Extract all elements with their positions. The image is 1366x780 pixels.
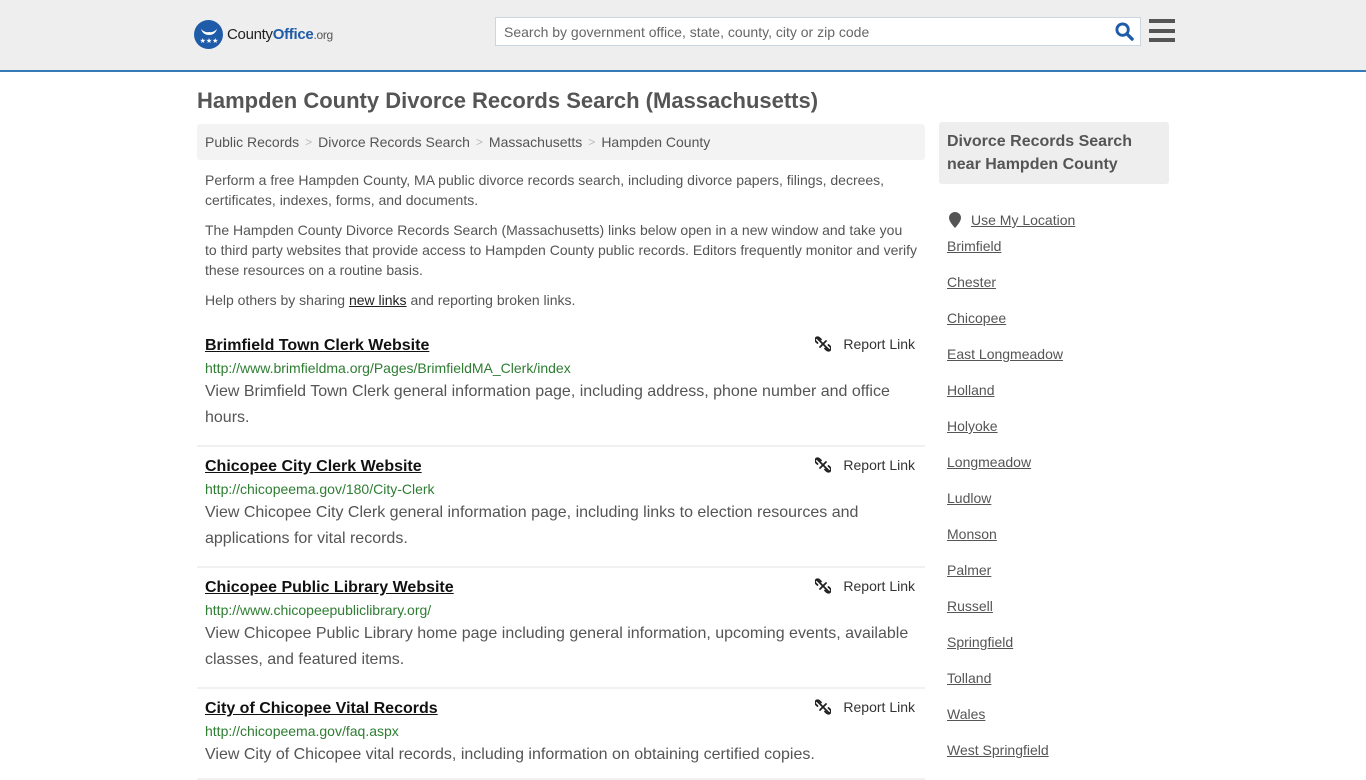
menu-bar	[1149, 19, 1175, 23]
report-link-label: Report Link	[843, 578, 915, 594]
intro-paragraph-2: The Hampden County Divorce Records Searc…	[205, 222, 918, 278]
use-my-location[interactable]: Use My Location	[947, 202, 1169, 238]
sidebar-place-item: Ludlow	[947, 490, 1169, 526]
report-link-label: Report Link	[843, 699, 915, 715]
menu-bar	[1149, 38, 1175, 42]
help-text: Help others by sharing	[205, 292, 349, 308]
sidebar-place-item: Holyoke	[947, 418, 1169, 454]
breadcrumb-divorce-records-search[interactable]: Divorce Records Search	[318, 134, 470, 150]
breadcrumb-public-records[interactable]: Public Records	[205, 134, 299, 150]
result-description: View City of Chicopee vital records, inc…	[205, 746, 815, 763]
intro-paragraph-3: Help others by sharing new links and rep…	[205, 290, 917, 310]
sidebar-place-item: Wales	[947, 706, 1169, 742]
sidebar-place-link[interactable]: Tolland	[947, 670, 991, 686]
result-url: http://chicopeema.gov/faq.aspx	[205, 723, 399, 739]
sidebar-place-link[interactable]: Springfield	[947, 634, 1013, 650]
broken-link-icon	[815, 578, 832, 594]
result-title-link[interactable]: Brimfield Town Clerk Website	[205, 334, 429, 358]
new-links-link[interactable]: new links	[349, 292, 407, 308]
sidebar-place-link[interactable]: Russell	[947, 598, 993, 614]
sidebar-place-link[interactable]: Ludlow	[947, 490, 991, 506]
breadcrumb-massachusetts[interactable]: Massachusetts	[489, 134, 582, 150]
sidebar: Divorce Records Search near Hampden Coun…	[939, 122, 1169, 778]
sidebar-place-item: Chester	[947, 274, 1169, 310]
sidebar-place-item: Chicopee	[947, 310, 1169, 346]
nearby-places-list: Use My Location Brimfield Chester Chicopee…	[939, 202, 1169, 778]
search-input[interactable]	[496, 18, 1108, 45]
sidebar-place-item: Monson	[947, 526, 1169, 562]
use-my-location-link[interactable]: Use My Location	[971, 212, 1075, 228]
sidebar-place-item: Russell	[947, 598, 1169, 634]
search-bar	[495, 17, 1141, 46]
breadcrumb-hampden-county[interactable]: Hampden County	[601, 134, 710, 150]
breadcrumb-separator: >	[588, 135, 596, 149]
map-pin-icon	[949, 212, 961, 228]
sidebar-place-link[interactable]: East Longmeadow	[947, 346, 1063, 362]
main-content: Public Records > Divorce Records Search …	[197, 124, 925, 780]
intro-text: Perform a free Hampden County, MA public…	[197, 170, 925, 310]
broken-link-icon	[815, 699, 832, 715]
sidebar-place-item: East Longmeadow	[947, 346, 1169, 382]
sidebar-place-link[interactable]: Chester	[947, 274, 996, 290]
result-url: http://www.chicopeepubliclibrary.org/	[205, 602, 432, 618]
site-logo[interactable]: ★★★ CountyOffice.org	[194, 20, 333, 49]
sidebar-place-item: West Springfield	[947, 742, 1169, 778]
result-description: View Chicopee City Clerk general informa…	[205, 504, 859, 547]
sidebar-heading: Divorce Records Search near Hampden Coun…	[939, 122, 1169, 184]
svg-text:★★★: ★★★	[199, 37, 218, 45]
sidebar-place-item: Palmer	[947, 562, 1169, 598]
broken-link-icon	[815, 336, 832, 352]
broken-link-icon	[815, 457, 832, 473]
result-title-link[interactable]: City of Chicopee Vital Records	[205, 697, 438, 721]
sidebar-place-link[interactable]: West Springfield	[947, 742, 1049, 758]
sidebar-place-link[interactable]: Monson	[947, 526, 997, 542]
result-description: View Brimfield Town Clerk general inform…	[205, 383, 890, 426]
result-url: http://www.brimfieldma.org/Pages/Brimfie…	[205, 360, 571, 376]
sidebar-place-link[interactable]: Wales	[947, 706, 985, 722]
hamburger-menu-icon[interactable]	[1149, 19, 1175, 42]
sidebar-place-item: Holland	[947, 382, 1169, 418]
breadcrumb-separator: >	[475, 135, 483, 149]
result-item: City of Chicopee Vital Records http://chi…	[197, 689, 925, 780]
sidebar-place-item: Springfield	[947, 634, 1169, 670]
breadcrumb-separator: >	[305, 135, 313, 149]
report-link-button[interactable]: Report Link	[815, 699, 915, 715]
results-list: Brimfield Town Clerk Website http://www.b…	[197, 330, 925, 780]
search-button[interactable]	[1108, 18, 1140, 45]
logo-wordmark: CountyOffice.org	[227, 26, 333, 43]
intro-paragraph-1: Perform a free Hampden County, MA public…	[205, 172, 885, 208]
site-header: ★★★ CountyOffice.org	[0, 0, 1366, 72]
search-icon	[1114, 22, 1134, 41]
report-link-button[interactable]: Report Link	[815, 336, 915, 352]
sidebar-place-link[interactable]: Brimfield	[947, 238, 1001, 254]
sidebar-place-link[interactable]: Holland	[947, 382, 994, 398]
report-link-label: Report Link	[843, 336, 915, 352]
result-item: Brimfield Town Clerk Website http://www.b…	[197, 330, 925, 447]
help-text-end: and reporting broken links.	[406, 292, 576, 308]
report-link-button[interactable]: Report Link	[815, 457, 915, 473]
result-title-link[interactable]: Chicopee Public Library Website	[205, 576, 454, 600]
sidebar-place-link[interactable]: Holyoke	[947, 418, 998, 434]
sidebar-place-item: Longmeadow	[947, 454, 1169, 490]
report-link-button[interactable]: Report Link	[815, 578, 915, 594]
sidebar-place-link[interactable]: Longmeadow	[947, 454, 1031, 470]
result-title-link[interactable]: Chicopee City Clerk Website	[205, 455, 422, 479]
breadcrumb: Public Records > Divorce Records Search …	[197, 124, 925, 160]
menu-bar	[1149, 28, 1175, 33]
page-title: Hampden County Divorce Records Search (M…	[197, 88, 819, 113]
result-item: Chicopee Public Library Website http://ww…	[197, 568, 925, 689]
result-description: View Chicopee Public Library home page i…	[205, 625, 909, 668]
sidebar-place-link[interactable]: Palmer	[947, 562, 991, 578]
sidebar-place-link[interactable]: Chicopee	[947, 310, 1006, 326]
eagle-stars-logo-icon: ★★★	[194, 20, 223, 49]
report-link-label: Report Link	[843, 457, 915, 473]
sidebar-place-item: Tolland	[947, 670, 1169, 706]
result-item: Chicopee City Clerk Website http://chicop…	[197, 447, 925, 568]
sidebar-place-item: Brimfield	[947, 238, 1169, 274]
result-url: http://chicopeema.gov/180/City-Clerk	[205, 481, 435, 497]
